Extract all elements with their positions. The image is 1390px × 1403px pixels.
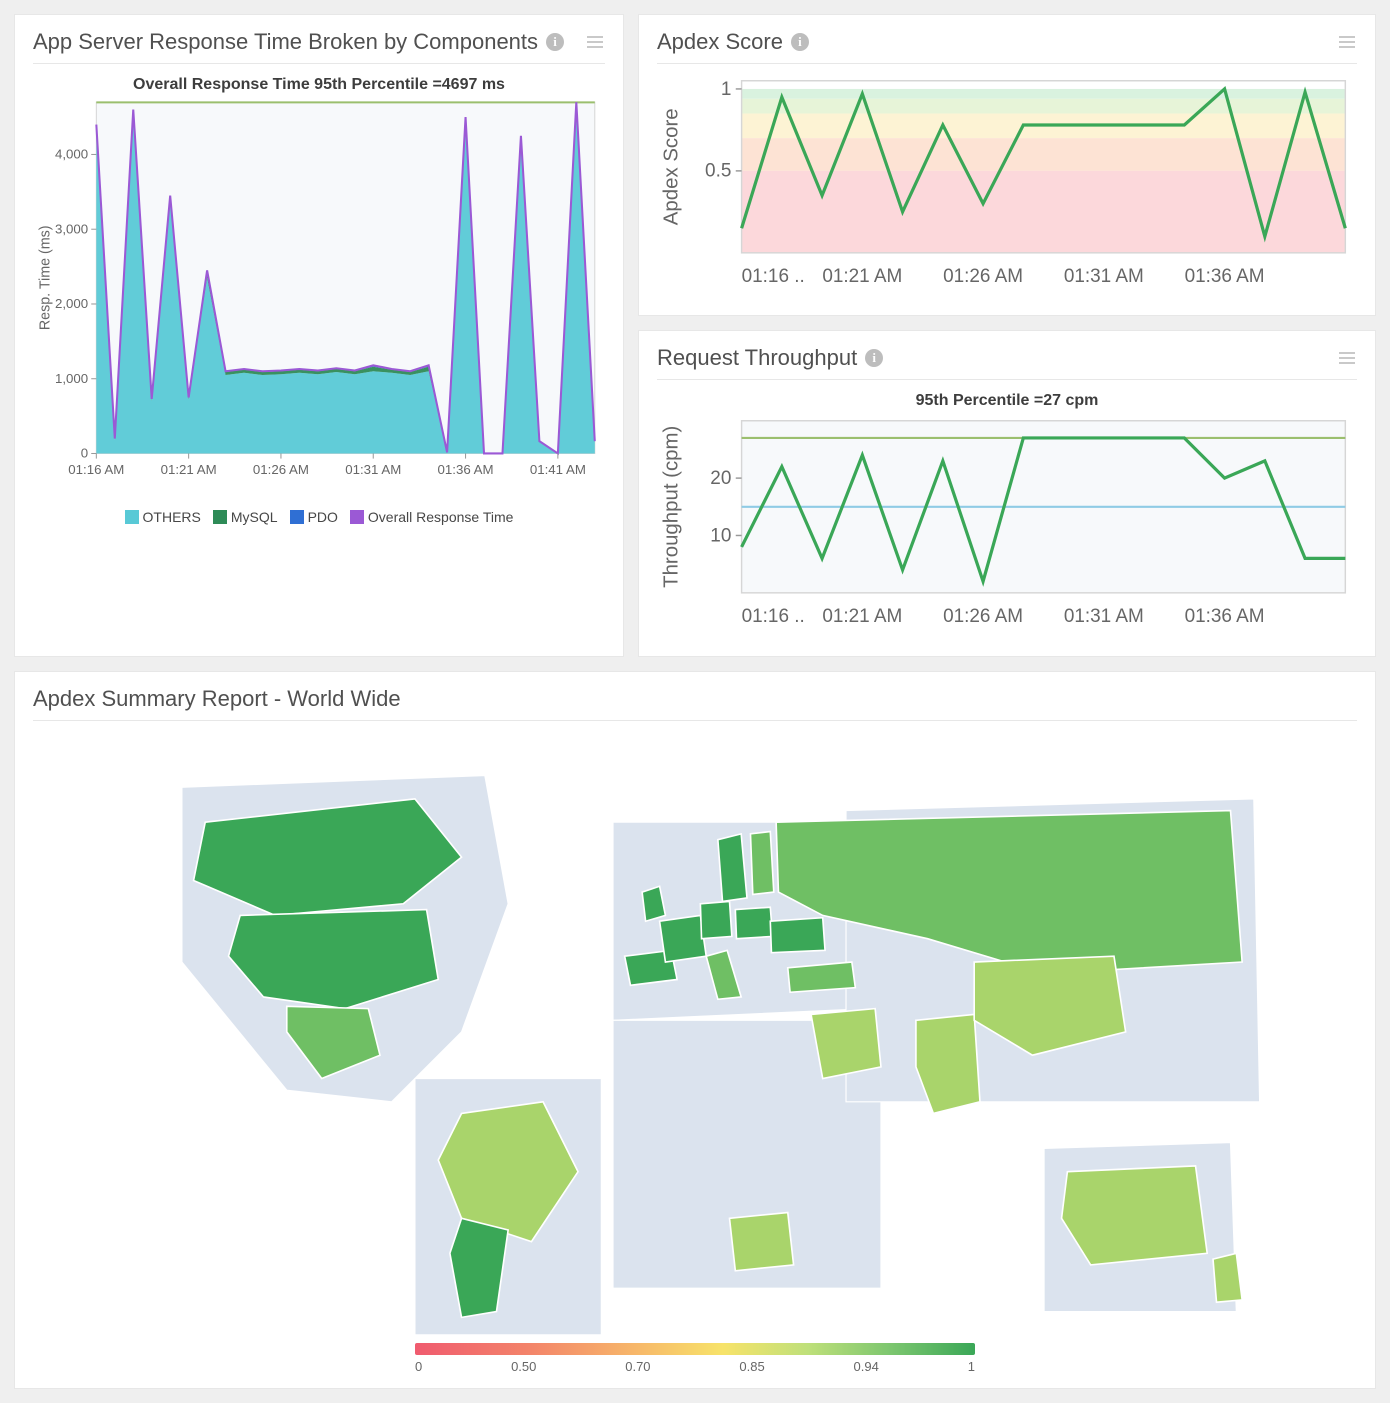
svg-text:20: 20 (710, 468, 731, 489)
color-scale-bar (415, 1343, 975, 1355)
info-icon[interactable]: i (546, 33, 564, 51)
country-saudi-arabia (812, 1008, 882, 1078)
svg-text:01:26 AM: 01:26 AM (943, 266, 1023, 287)
country-ukraine (771, 917, 826, 952)
hamburger-icon[interactable] (585, 34, 605, 50)
panel-header: App Server Response Time Broken by Compo… (33, 29, 605, 64)
panel-throughput: Request Throughput i 95th Percentile =27… (638, 330, 1376, 656)
panel-apdex: Apdex Score i 0.5 1 Apdex Score 01:16 .. 01:… (638, 14, 1376, 316)
annotation-label: Overall Response Time 95th Percentile =4… (33, 72, 605, 96)
panel-title: Apdex Score (657, 29, 783, 55)
country-germany (701, 901, 732, 938)
country-turkey (788, 962, 856, 992)
country-south-africa (730, 1212, 794, 1270)
panel-response-time: App Server Response Time Broken by Compo… (14, 14, 624, 657)
apdex-chart[interactable]: 0.5 1 Apdex Score 01:16 .. 01:21 AM 01:26 AM 0… (657, 72, 1357, 305)
svg-text:01:16 ..: 01:16 .. (742, 266, 805, 287)
hamburger-icon[interactable] (1337, 34, 1357, 50)
svg-text:01:16 AM: 01:16 AM (68, 462, 124, 477)
hamburger-icon[interactable] (1337, 350, 1357, 366)
panel-header: Request Throughput i (657, 345, 1357, 380)
panel-title: Request Throughput (657, 345, 857, 371)
svg-text:Resp. Time (ms): Resp. Time (ms) (37, 225, 53, 330)
response-time-chart[interactable]: 0 1,000 2,000 3,000 4,000 Resp. Time (ms) 01:1… (33, 96, 605, 505)
svg-text:01:36 AM: 01:36 AM (1185, 606, 1265, 627)
svg-text:01:26 AM: 01:26 AM (253, 462, 309, 477)
svg-text:1,000: 1,000 (55, 371, 88, 386)
svg-text:1: 1 (721, 79, 732, 100)
svg-text:0.5: 0.5 (705, 161, 731, 182)
svg-text:01:31 AM: 01:31 AM (345, 462, 401, 477)
svg-text:01:21 AM: 01:21 AM (161, 462, 217, 477)
panel-header: Apdex Summary Report - World Wide (33, 686, 1357, 721)
panel-title: App Server Response Time Broken by Compo… (33, 29, 538, 55)
svg-text:3,000: 3,000 (55, 221, 88, 236)
info-icon[interactable]: i (865, 349, 883, 367)
annotation-label: 95th Percentile =27 cpm (657, 388, 1357, 412)
svg-text:01:31 AM: 01:31 AM (1064, 606, 1144, 627)
panel-title: Apdex Summary Report - World Wide (33, 686, 401, 712)
country-new-zealand (1213, 1253, 1242, 1302)
country-australia (1062, 1166, 1208, 1265)
svg-text:Apdex Score: Apdex Score (660, 108, 682, 225)
throughput-chart[interactable]: 10 20 Throughput (cpm) 01:16 .. 01:21 AM 01:2… (657, 412, 1357, 645)
svg-text:0: 0 (81, 446, 88, 461)
country-finland (751, 831, 774, 894)
svg-text:01:36 AM: 01:36 AM (438, 462, 494, 477)
svg-text:01:26 AM: 01:26 AM (943, 606, 1023, 627)
svg-text:01:36 AM: 01:36 AM (1185, 266, 1265, 287)
svg-text:2,000: 2,000 (55, 296, 88, 311)
svg-text:01:16 ..: 01:16 .. (742, 606, 805, 627)
svg-text:01:21 AM: 01:21 AM (822, 606, 902, 627)
svg-text:01:41 AM: 01:41 AM (530, 462, 586, 477)
color-scale-ticks: 00.500.700.850.941 (415, 1359, 975, 1374)
svg-text:10: 10 (710, 526, 731, 547)
svg-text:01:31 AM: 01:31 AM (1064, 266, 1144, 287)
svg-text:Throughput (cpm): Throughput (cpm) (660, 426, 682, 588)
country-sweden (718, 834, 747, 902)
svg-text:01:21 AM: 01:21 AM (822, 266, 902, 287)
panel-header: Apdex Score i (657, 29, 1357, 64)
country-france (660, 915, 707, 962)
world-map[interactable] (112, 729, 1277, 1335)
chart-legend: OTHERSMySQLPDOOverall Response Time (33, 505, 605, 525)
info-icon[interactable]: i (791, 33, 809, 51)
country-poland (736, 907, 773, 938)
panel-world-map: Apdex Summary Report - World Wide 00.500… (14, 671, 1376, 1389)
svg-text:4,000: 4,000 (55, 147, 88, 162)
